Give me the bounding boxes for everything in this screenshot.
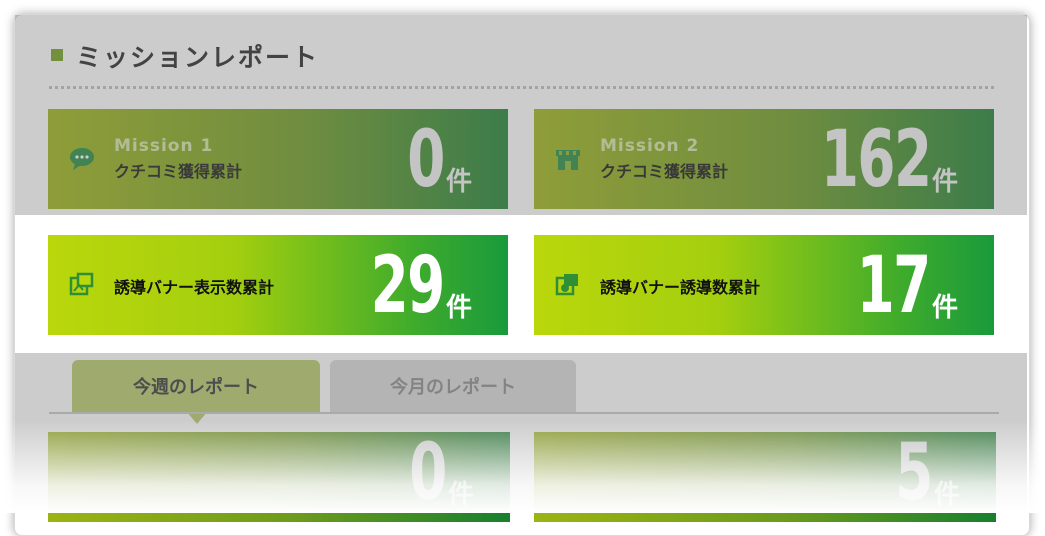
banner-display-icon xyxy=(68,271,96,299)
mission-1-card: Mission 1 クチコミ獲得累計 0 件 xyxy=(48,109,508,209)
tab-this-month[interactable]: 今月のレポート xyxy=(330,360,576,412)
page-title: ミッションレポート xyxy=(76,43,320,72)
mission-value: 162 xyxy=(820,115,931,205)
mission-label: Mission 1 xyxy=(114,136,214,156)
section-marker-icon xyxy=(51,49,63,61)
store-icon xyxy=(554,145,582,173)
mission-label: Mission 2 xyxy=(600,136,700,156)
mission-2-card: Mission 2 クチコミ獲得累計 162 件 xyxy=(534,109,994,209)
mission-sub-label: クチコミ獲得累計 xyxy=(114,162,243,181)
banner-sub-label: 誘導バナー表示数累計 xyxy=(114,278,275,297)
bottom-fade xyxy=(0,420,1045,513)
dotted-divider xyxy=(49,86,994,89)
mission-unit: 件 xyxy=(931,167,958,197)
mission-unit: 件 xyxy=(445,167,472,197)
mission-sub-label: クチコミ獲得累計 xyxy=(600,162,729,181)
banner-click-icon xyxy=(554,271,582,299)
mission-value: 0 xyxy=(407,115,445,205)
banner-value: 29 xyxy=(370,241,446,331)
banner-click-card: 誘導バナー誘導数累計 17 件 xyxy=(534,235,994,335)
banner-display-card: 誘導バナー表示数累計 29 件 xyxy=(48,235,508,335)
tabs-divider xyxy=(49,412,999,414)
banner-sub-label: 誘導バナー誘導数累計 xyxy=(600,278,761,297)
banner-value: 17 xyxy=(856,241,932,331)
banner-unit: 件 xyxy=(931,293,958,323)
tab-this-week[interactable]: 今週のレポート xyxy=(72,360,320,412)
speech-bubble-icon xyxy=(68,145,96,173)
banner-unit: 件 xyxy=(445,293,472,323)
